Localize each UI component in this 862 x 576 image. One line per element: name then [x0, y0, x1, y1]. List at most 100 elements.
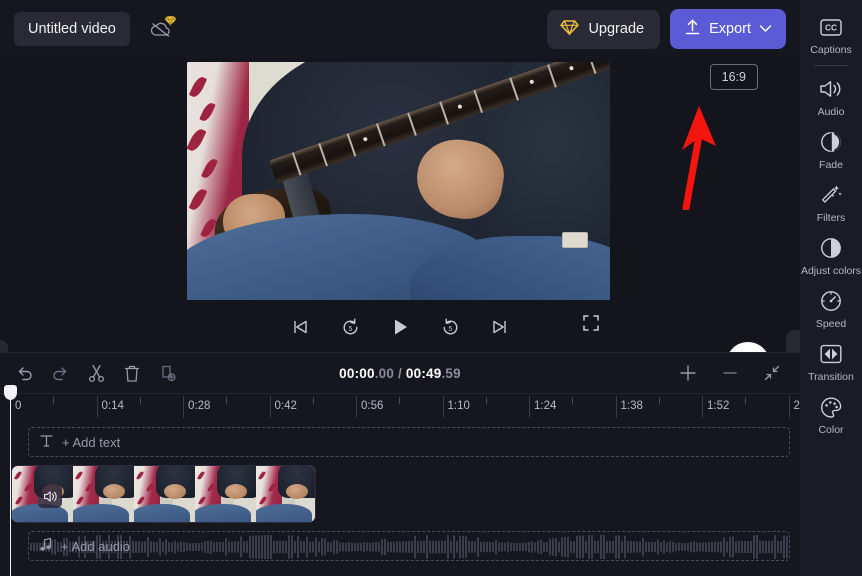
- play-button[interactable]: [387, 314, 413, 340]
- play-glyph: [395, 319, 407, 335]
- ruler-tick-minor: [485, 397, 487, 404]
- sidebar-item-captions[interactable]: CC Captions: [800, 8, 862, 61]
- ruler-tick-major: [356, 396, 357, 418]
- total-time: 00:49: [405, 365, 442, 381]
- sidebar-label: Speed: [815, 318, 847, 331]
- ruler-tick-major: [183, 396, 184, 418]
- chevron-down-icon: [759, 21, 772, 37]
- audio-icon: [818, 77, 844, 101]
- ruler-tick-minor: [658, 397, 660, 404]
- timeline-toolbar: 00:00.00 / 00:49.59: [0, 353, 800, 393]
- ruler-tick-major: [529, 396, 530, 418]
- sidebar-label: Filters: [816, 212, 846, 225]
- upgrade-button[interactable]: Upgrade: [547, 9, 661, 49]
- video-frame: [187, 62, 610, 300]
- ruler-label: 1:52: [707, 400, 730, 412]
- skip-to-start-button[interactable]: [287, 314, 313, 340]
- sidebar-label: Adjust colors: [800, 265, 862, 278]
- music-note-icon: [39, 537, 53, 555]
- audio-glyph: [820, 81, 841, 97]
- captions-glyph: CC: [820, 18, 842, 36]
- sidebar-item-color[interactable]: Color: [800, 388, 862, 441]
- sidebar-item-adjust-colors[interactable]: Adjust colors: [800, 229, 862, 282]
- ruler-label: 0:28: [188, 400, 211, 412]
- skip-to-end-button[interactable]: [487, 314, 513, 340]
- right-sidebar: CC Captions Audio Fade Filters Adjust co…: [800, 0, 862, 576]
- replay-5-glyph: 5: [343, 318, 357, 334]
- total-frames: .59: [441, 365, 461, 381]
- playhead-handle[interactable]: [4, 385, 17, 400]
- fade-icon: [819, 130, 843, 154]
- ruler-tick-minor: [139, 397, 141, 404]
- arrow-glyph: [682, 106, 716, 212]
- gem-glyph: [164, 16, 177, 27]
- sidebar-item-speed[interactable]: Speed: [800, 282, 862, 335]
- sidebar-label: Audio: [817, 106, 845, 119]
- upload-glyph: [685, 19, 700, 35]
- ruler-tick-minor: [312, 397, 314, 404]
- ruler-label: 1:10: [447, 400, 470, 412]
- ruler-label: 0:14: [101, 400, 124, 412]
- ruler-tick-major: [96, 396, 98, 418]
- fade-glyph: [821, 132, 841, 153]
- forward-5-button[interactable]: 5: [437, 314, 463, 340]
- aspect-ratio-badge[interactable]: 16:9: [709, 64, 758, 90]
- add-audio-label: + Add audio: [61, 538, 131, 554]
- volume-glyph: [43, 490, 57, 502]
- upgrade-label: Upgrade: [588, 21, 645, 37]
- text-glyph: [40, 435, 53, 447]
- time-display: 00:00.00 / 00:49.59: [0, 366, 800, 381]
- adjust-colors-glyph: [821, 238, 841, 259]
- ruler-tick-minor: [53, 397, 55, 404]
- ruler-tick-major: [269, 396, 271, 418]
- playhead-line: [10, 389, 11, 576]
- add-text-label: + Add text: [62, 434, 121, 450]
- fullscreen-button[interactable]: [578, 310, 604, 336]
- clip-volume-icon[interactable]: [38, 484, 62, 508]
- chevron-down-glyph: [759, 25, 772, 33]
- export-button[interactable]: Export: [670, 9, 786, 49]
- speed-icon: [819, 289, 843, 313]
- audio-waveform: [30, 535, 788, 559]
- sidebar-divider: [814, 65, 848, 67]
- svg-text:CC: CC: [825, 22, 837, 32]
- clipchamp-video-editor: Untitled video Upgrade Export 16:9 5 5 0…: [0, 0, 862, 576]
- cloud-off-icon[interactable]: [144, 14, 178, 44]
- add-audio-track[interactable]: + Add audio: [28, 531, 790, 561]
- wall-socket: [562, 232, 588, 248]
- current-time: 00:00: [339, 365, 375, 381]
- gem-icon: [560, 19, 580, 40]
- transition-glyph: [820, 345, 842, 364]
- ruler-tick-major: [442, 396, 444, 418]
- sidebar-label: Color: [818, 424, 844, 437]
- sidebar-label: Captions: [810, 44, 852, 56]
- rewind-5-button[interactable]: 5: [337, 314, 363, 340]
- sidebar-item-transition[interactable]: Transition: [800, 335, 862, 388]
- top-bar-actions: Upgrade Export: [547, 9, 800, 49]
- skip-previous-glyph: [294, 320, 307, 334]
- ruler-label: 0:56: [361, 400, 384, 412]
- upload-icon: [684, 18, 701, 40]
- ruler-tick-minor: [399, 397, 401, 404]
- timeline-ruler[interactable]: 0 0:14 0:28 0:42 0:56 1:10 1:24 1:38 1:52 2: [0, 393, 800, 419]
- timeline-tracks: + Add text + Add audio: [0, 419, 800, 561]
- video-preview[interactable]: [187, 62, 610, 300]
- preview-area: 16:9 5 5: [0, 58, 802, 414]
- svg-text:5: 5: [448, 326, 452, 333]
- project-title-input[interactable]: Untitled video: [14, 12, 130, 46]
- sidebar-item-filters[interactable]: Filters: [800, 176, 862, 229]
- filters-glyph: [822, 185, 842, 203]
- sidebar-label: Transition: [808, 371, 854, 384]
- add-audio-label-group: + Add audio: [39, 537, 130, 555]
- time-separator: /: [394, 365, 406, 381]
- clip-thumbnail: [134, 466, 195, 522]
- video-track: [12, 466, 800, 522]
- current-frames: .00: [374, 365, 395, 381]
- text-icon: [39, 433, 54, 451]
- sidebar-item-audio[interactable]: Audio: [800, 70, 862, 123]
- ruler-tick-major: [702, 396, 703, 418]
- export-label: Export: [709, 21, 751, 37]
- add-text-track[interactable]: + Add text: [28, 427, 790, 457]
- gem-glyph: [560, 19, 580, 36]
- sidebar-item-fade[interactable]: Fade: [800, 123, 862, 176]
